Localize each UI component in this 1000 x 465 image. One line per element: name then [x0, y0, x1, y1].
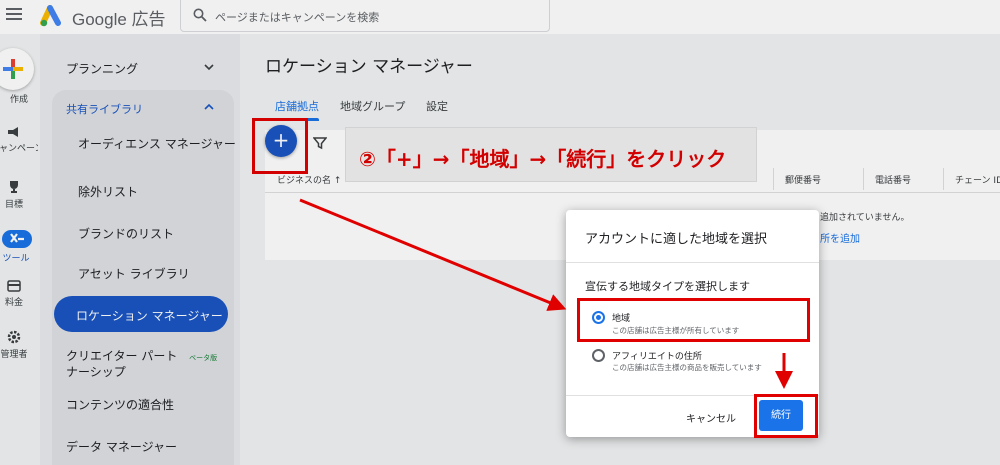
continue-button-highlight: [754, 394, 818, 438]
option-affiliate-desc: この店舗は広告主様の商品を販売しています: [612, 363, 762, 372]
dialog-title: アカウントに適した地域を選択: [585, 232, 768, 247]
radio-affiliate-address[interactable]: [592, 349, 605, 362]
dialog-subtitle: 宣伝する地域タイプを選択します: [585, 280, 750, 293]
modal-overlay: [0, 0, 1000, 465]
option-affiliate-label: アフィリエイトの住所: [612, 352, 702, 362]
region-option-highlight: [577, 298, 810, 342]
cancel-button[interactable]: キャンセル: [686, 410, 736, 425]
dialog-divider: [566, 262, 819, 263]
